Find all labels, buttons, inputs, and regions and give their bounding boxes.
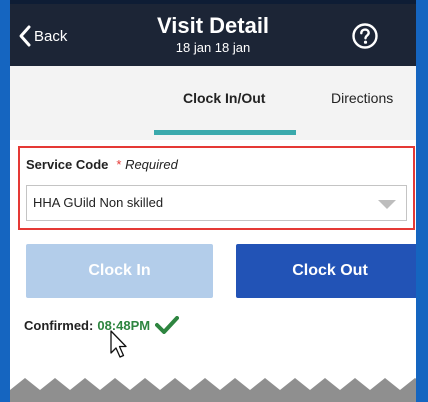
screen-frame-right (416, 0, 428, 402)
service-code-label: Service Code * Required (26, 157, 178, 172)
service-code-section: Service Code * Required HHA GUild Non ski… (18, 146, 415, 230)
required-text: Required (125, 157, 178, 172)
tab-clock-in-out[interactable]: Clock In/Out (183, 90, 265, 106)
back-label: Back (34, 27, 68, 45)
clock-in-button[interactable]: Clock In (26, 244, 213, 298)
back-button[interactable]: Back (18, 23, 67, 49)
header-bar: Back Visit Detail 18 jan 18 jan (10, 4, 416, 66)
clock-out-button[interactable]: Clock Out (236, 244, 416, 298)
question-circle-icon (352, 23, 378, 49)
service-code-title: Service Code (26, 157, 109, 172)
required-star: * (116, 157, 122, 172)
chevron-left-icon (19, 25, 31, 47)
confirmed-label: Confirmed: (24, 317, 94, 333)
help-button[interactable] (351, 22, 379, 50)
service-code-value: HHA GUild Non skilled (33, 195, 164, 210)
screen-frame-left (0, 0, 10, 402)
service-code-dropdown[interactable]: HHA GUild Non skilled (26, 185, 407, 221)
confirmed-status: Confirmed: 08:48PM (24, 316, 180, 334)
chevron-down-icon (378, 200, 396, 209)
tab-directions[interactable]: Directions (331, 90, 393, 106)
active-tab-indicator (154, 130, 296, 135)
checkmark-icon (155, 316, 180, 334)
app-screen: Back Visit Detail 18 jan 18 jan Clock In… (10, 4, 416, 402)
tab-bar: Clock In/Out Directions (10, 66, 416, 140)
mouse-pointer-icon (110, 330, 127, 358)
torn-edge-decoration (10, 378, 416, 402)
